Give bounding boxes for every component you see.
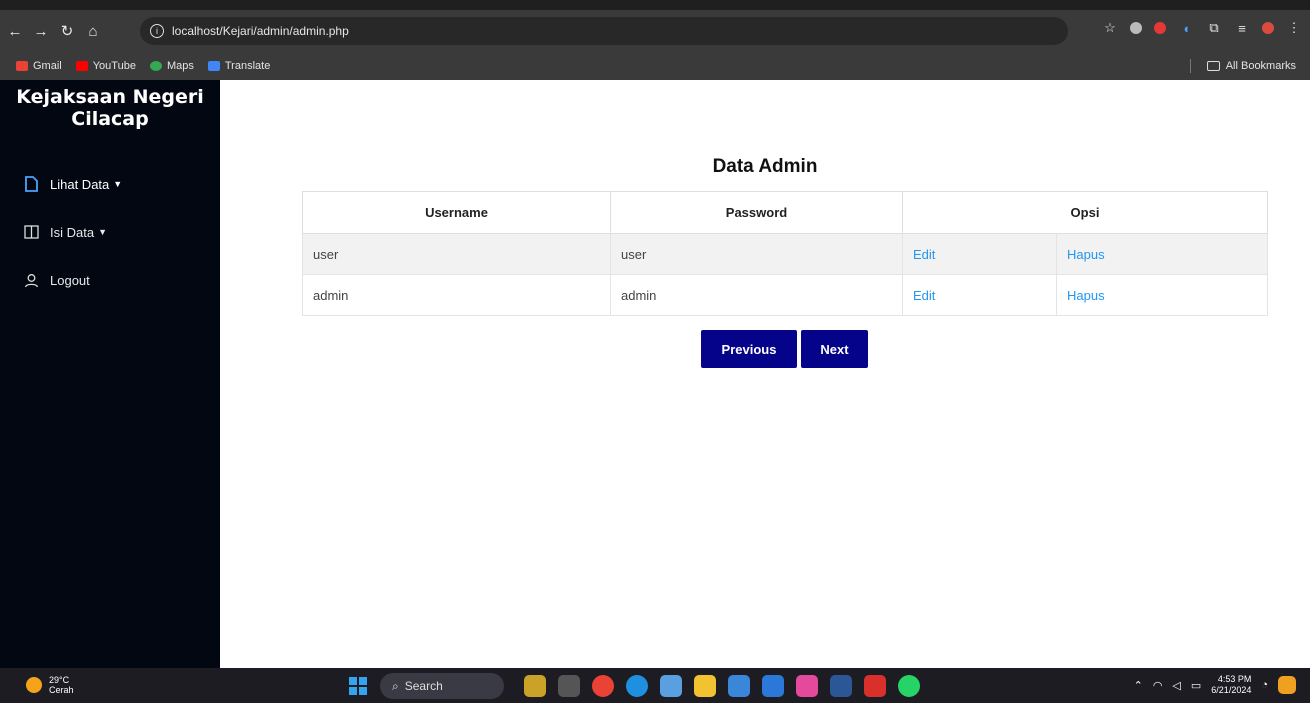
page-title: Data Admin [712, 156, 818, 177]
address-bar[interactable]: i localhost/Kejari/admin/admin.php [140, 17, 1068, 45]
edit-link[interactable]: Edit [913, 288, 935, 303]
reload-icon[interactable]: ↻ [56, 20, 78, 42]
site-info-icon[interactable]: i [150, 24, 164, 38]
column-header-opsi: Opsi [902, 191, 1268, 234]
table-row: user user Edit Hapus [302, 233, 1268, 275]
reading-list-icon[interactable]: ≡ [1234, 20, 1250, 36]
all-bookmarks-button[interactable]: All Bookmarks [1189, 59, 1296, 73]
app-icon[interactable] [524, 675, 546, 697]
admin-table: Username Password Opsi user user Edit Ha… [302, 191, 1268, 316]
browser-toolbar: ← → ↻ ⌂ i localhost/Kejari/admin/admin.p… [0, 10, 1310, 52]
caret-down-icon: ▼ [113, 179, 123, 189]
taskbar-search[interactable]: ⌕ Search [380, 673, 504, 699]
sidebar-item-label: Logout [50, 272, 90, 288]
snipping-tool-icon[interactable] [660, 675, 682, 697]
app-icon[interactable] [1278, 676, 1296, 694]
file-explorer-icon[interactable] [694, 675, 716, 697]
notification-bell-icon[interactable]: ◔ [1261, 679, 1268, 691]
file-icon [24, 176, 44, 192]
cell-password: user [610, 233, 903, 275]
user-icon [24, 273, 44, 288]
word-icon[interactable] [830, 675, 852, 697]
divider [1189, 59, 1191, 73]
weather-temp: 29°C [49, 675, 70, 685]
whatsapp-icon[interactable] [898, 675, 920, 697]
windows-start-icon[interactable] [349, 677, 367, 695]
browser-actions: ☆ ◖ ⧉ ≡ ⋮ [1102, 20, 1302, 36]
hapus-link[interactable]: Hapus [1067, 247, 1105, 262]
edge-icon[interactable] [626, 675, 648, 697]
home-icon[interactable]: ⌂ [82, 20, 104, 42]
brand-title: Kejaksaan Negeri Cilacap [16, 86, 204, 130]
cell-password: admin [610, 274, 903, 316]
window-titlebar [0, 0, 1310, 10]
bookmarks-bar: Gmail YouTube Maps Translate All Bookmar… [0, 52, 1310, 80]
extension-icon[interactable] [1130, 22, 1142, 34]
acrobat-icon[interactable] [864, 675, 886, 697]
menu-icon[interactable]: ⋮ [1286, 20, 1302, 36]
sidebar-menu: Lihat Data ▼ Isi Data ▼ Logout [0, 174, 220, 290]
column-header-username: Username [302, 191, 611, 234]
taskbar-apps [524, 675, 920, 697]
caret-down-icon: ▼ [98, 227, 107, 237]
sidebar-item-label: Isi Data [50, 224, 95, 240]
pagination: Previous Next [701, 330, 868, 368]
sidebar-item-logout[interactable]: Logout [24, 270, 220, 290]
forward-icon[interactable]: → [30, 20, 52, 42]
edit-link[interactable]: Edit [913, 247, 935, 262]
book-icon [24, 225, 44, 239]
chrome-icon[interactable] [592, 675, 614, 697]
sun-icon [26, 677, 42, 693]
task-view-icon[interactable] [558, 675, 580, 697]
avatar[interactable] [1262, 22, 1274, 34]
back-icon[interactable]: ← [4, 20, 26, 42]
store-icon[interactable] [762, 675, 784, 697]
folder-icon [1206, 61, 1220, 71]
url-text: localhost/Kejari/admin/admin.php [172, 24, 349, 38]
wifi-icon[interactable]: ◠ [1153, 679, 1163, 692]
puzzle-icon[interactable]: ⧉ [1206, 20, 1222, 36]
sidebar-item-label: Lihat Data [50, 176, 110, 192]
battery-icon[interactable]: ▭ [1191, 679, 1201, 692]
table-header-row: Username Password Opsi [302, 191, 1268, 234]
chevron-up-icon[interactable]: ⌃ [1134, 679, 1143, 692]
youtube-icon [75, 61, 88, 71]
extension-icon[interactable] [1154, 22, 1166, 34]
bookmark-maps[interactable]: Maps [149, 60, 194, 72]
sidebar-item-lihat-data[interactable]: Lihat Data ▼ [24, 174, 220, 194]
bookmark-star-icon[interactable]: ☆ [1102, 20, 1118, 36]
clock[interactable]: 4:53 PM 6/21/2024 [1211, 674, 1251, 696]
cell-username: user [302, 233, 611, 275]
app-icon[interactable] [796, 675, 818, 697]
bookmark-youtube[interactable]: YouTube [75, 60, 136, 72]
main-content: Data Admin Username Password Opsi user u… [220, 80, 1310, 668]
sidebar: Kejaksaan Negeri Cilacap Lihat Data ▼ Is… [0, 80, 220, 668]
bookmark-gmail[interactable]: Gmail [16, 60, 62, 72]
previous-button[interactable]: Previous [701, 330, 797, 368]
next-button[interactable]: Next [801, 330, 868, 368]
search-icon: ⌕ [392, 678, 399, 693]
weather-text: Cerah [49, 685, 74, 695]
system-tray: ⌃ ◠ ◁ ▭ 4:53 PM 6/21/2024 ◔ [1134, 674, 1296, 696]
table-row: admin admin Edit Hapus [302, 274, 1268, 316]
maps-icon [149, 61, 162, 71]
volume-icon[interactable]: ◁ [1172, 679, 1180, 692]
cell-username: admin [302, 274, 611, 316]
weather-widget[interactable]: 29°C Cerah [26, 675, 74, 695]
sidebar-item-isi-data[interactable]: Isi Data ▼ [24, 222, 220, 242]
gmail-icon [16, 61, 28, 71]
translate-icon [207, 61, 220, 71]
hapus-link[interactable]: Hapus [1067, 288, 1105, 303]
taskbar: 29°C Cerah ⌕ Search ⌃ ◠ ◁ ▭ 4:53 PM 6/21… [0, 668, 1310, 703]
extension-icon[interactable]: ◖ [1178, 20, 1194, 36]
photos-icon[interactable] [728, 675, 750, 697]
column-header-password: Password [610, 191, 903, 234]
bookmark-translate[interactable]: Translate [207, 60, 270, 72]
